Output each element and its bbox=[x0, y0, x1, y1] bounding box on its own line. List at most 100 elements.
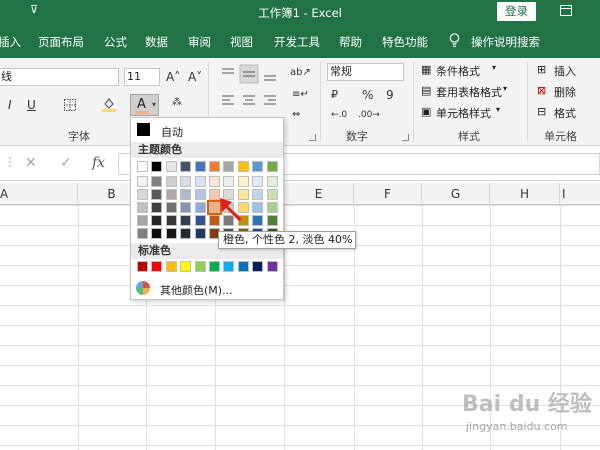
standard-color-swatch[interactable] bbox=[180, 261, 192, 272]
theme-shade-swatch[interactable] bbox=[165, 228, 177, 239]
tab-view[interactable]: 视图 bbox=[230, 34, 253, 50]
theme-shade-swatch[interactable] bbox=[194, 228, 206, 239]
theme-color-swatch[interactable] bbox=[266, 161, 278, 172]
theme-color-swatch[interactable] bbox=[209, 161, 220, 172]
theme-shade-swatch[interactable] bbox=[137, 202, 148, 213]
theme-shade-swatch[interactable] bbox=[165, 189, 177, 200]
theme-color-swatch[interactable] bbox=[252, 161, 264, 172]
theme-shade-swatch[interactable] bbox=[151, 202, 163, 213]
theme-shade-swatch[interactable] bbox=[165, 215, 177, 226]
theme-shade-swatch[interactable] bbox=[237, 176, 249, 187]
theme-shade-swatch[interactable] bbox=[252, 189, 264, 200]
orientation-icon[interactable]: ab↗ bbox=[290, 64, 311, 82]
delete-cells-icon[interactable]: ⊠ bbox=[537, 84, 546, 97]
theme-shade-swatch[interactable] bbox=[180, 176, 192, 187]
tell-me-search[interactable]: 操作说明搜索 bbox=[471, 34, 540, 50]
standard-color-swatch[interactable] bbox=[266, 261, 278, 272]
standard-color-swatch[interactable] bbox=[252, 261, 264, 272]
font-size-combobox[interactable]: 11 bbox=[124, 68, 160, 86]
delete-cells-button[interactable]: 删除 bbox=[554, 84, 576, 100]
underline-button[interactable]: U bbox=[27, 96, 36, 114]
theme-shade-swatch[interactable] bbox=[180, 202, 192, 213]
insert-function-button[interactable]: fx bbox=[92, 155, 105, 171]
tab-formulas[interactable]: 公式 bbox=[104, 34, 127, 50]
theme-shade-swatch[interactable] bbox=[165, 176, 177, 187]
shrink-font-button[interactable]: A˅ bbox=[188, 68, 202, 86]
theme-shade-swatch[interactable] bbox=[252, 215, 264, 226]
column-header-i[interactable]: I bbox=[560, 183, 600, 205]
theme-shade-swatch[interactable] bbox=[266, 202, 278, 213]
cancel-entry-button[interactable]: ✕ bbox=[25, 155, 37, 171]
column-header-g[interactable]: G bbox=[422, 183, 490, 205]
standard-color-swatch[interactable] bbox=[237, 261, 249, 272]
theme-shade-swatch[interactable] bbox=[223, 176, 235, 187]
format-as-table-button[interactable]: 套用表格格式 bbox=[436, 84, 502, 100]
tab-data[interactable]: 数据 bbox=[145, 34, 168, 50]
theme-shade-swatch[interactable] bbox=[194, 215, 206, 226]
column-header-f[interactable]: F bbox=[354, 183, 422, 205]
tab-developer[interactable]: 开发工具 bbox=[274, 34, 320, 50]
wrap-text-icon[interactable]: ≡↵ bbox=[292, 86, 309, 104]
number-format-combobox[interactable]: 常规 bbox=[327, 63, 404, 81]
theme-color-swatch[interactable] bbox=[180, 161, 192, 172]
standard-color-swatch[interactable] bbox=[209, 261, 220, 272]
standard-color-swatch[interactable] bbox=[223, 261, 235, 272]
format-cells-button[interactable]: 格式 bbox=[554, 105, 576, 121]
theme-shade-swatch[interactable] bbox=[266, 176, 278, 187]
standard-color-swatch[interactable] bbox=[151, 261, 163, 272]
theme-shade-swatch[interactable] bbox=[137, 215, 148, 226]
theme-shade-swatch[interactable] bbox=[252, 202, 264, 213]
currency-button[interactable]: ₽ bbox=[331, 86, 338, 104]
tab-special-features[interactable]: 特色功能 bbox=[382, 34, 428, 50]
theme-shade-swatch[interactable] bbox=[194, 202, 206, 213]
theme-color-swatch[interactable] bbox=[237, 161, 249, 172]
grow-font-button[interactable]: A˄ bbox=[166, 68, 180, 86]
percent-button[interactable]: % bbox=[362, 86, 373, 104]
comma-button[interactable]: 9 bbox=[386, 86, 394, 104]
theme-color-swatch[interactable] bbox=[194, 161, 206, 172]
login-button[interactable]: 登录 bbox=[497, 2, 536, 21]
insert-cells-icon[interactable]: ⊞ bbox=[537, 63, 546, 76]
theme-color-swatch[interactable] bbox=[165, 161, 177, 172]
theme-shade-swatch[interactable] bbox=[194, 176, 206, 187]
theme-shade-swatch[interactable] bbox=[151, 189, 163, 200]
theme-shade-swatch[interactable] bbox=[137, 228, 148, 239]
more-colors-option[interactable]: 其他颜色(M)... bbox=[131, 278, 283, 298]
format-as-table-icon[interactable]: ▤ bbox=[421, 84, 431, 97]
theme-shade-swatch[interactable] bbox=[137, 176, 148, 187]
tab-page-layout[interactable]: 页面布局 bbox=[38, 34, 84, 50]
conditional-format-icon[interactable]: ▦ bbox=[421, 63, 431, 76]
column-header-a[interactable]: A bbox=[0, 183, 78, 205]
tab-help[interactable]: 帮助 bbox=[339, 34, 362, 50]
theme-shade-swatch[interactable] bbox=[180, 189, 192, 200]
theme-shade-swatch[interactable] bbox=[266, 189, 278, 200]
standard-color-swatch[interactable] bbox=[194, 261, 206, 272]
theme-shade-swatch[interactable] bbox=[151, 176, 163, 187]
increase-decimal-icon[interactable]: ←.0 bbox=[331, 106, 347, 124]
phonetic-guide-icon[interactable]: ⁂ bbox=[172, 94, 182, 112]
number-dialog-launcher[interactable] bbox=[402, 134, 409, 141]
theme-color-swatch[interactable] bbox=[223, 161, 235, 172]
borders-icon[interactable] bbox=[64, 99, 76, 111]
theme-shade-swatch[interactable] bbox=[180, 215, 192, 226]
theme-shade-swatch[interactable] bbox=[151, 215, 163, 226]
italic-button[interactable]: I bbox=[8, 96, 12, 114]
theme-shade-swatch[interactable] bbox=[151, 228, 163, 239]
column-header-h[interactable]: H bbox=[490, 183, 560, 205]
tab-insert[interactable]: 插入 bbox=[0, 34, 21, 50]
merge-center-icon[interactable]: ⇔ bbox=[292, 106, 300, 124]
insert-cells-button[interactable]: 插入 bbox=[554, 63, 576, 79]
font-name-combobox[interactable]: 线 bbox=[0, 68, 119, 86]
theme-color-swatch[interactable] bbox=[151, 161, 163, 172]
cell-styles-button[interactable]: 单元格样式 bbox=[436, 105, 491, 121]
theme-shade-swatch[interactable] bbox=[209, 176, 220, 187]
fill-color-icon[interactable] bbox=[102, 96, 116, 112]
conditional-format-button[interactable]: 条件格式 bbox=[436, 63, 480, 79]
standard-color-swatch[interactable] bbox=[137, 261, 148, 272]
name-box-dropdown-icon[interactable]: ⋮ bbox=[4, 155, 16, 169]
theme-color-swatch[interactable] bbox=[137, 161, 148, 172]
automatic-color-option[interactable]: 自动 bbox=[131, 120, 283, 140]
font-color-button[interactable]: A ▾ bbox=[130, 94, 159, 116]
enter-button[interactable]: ✓ bbox=[60, 155, 72, 171]
decrease-decimal-icon[interactable]: .00→ bbox=[358, 106, 380, 124]
